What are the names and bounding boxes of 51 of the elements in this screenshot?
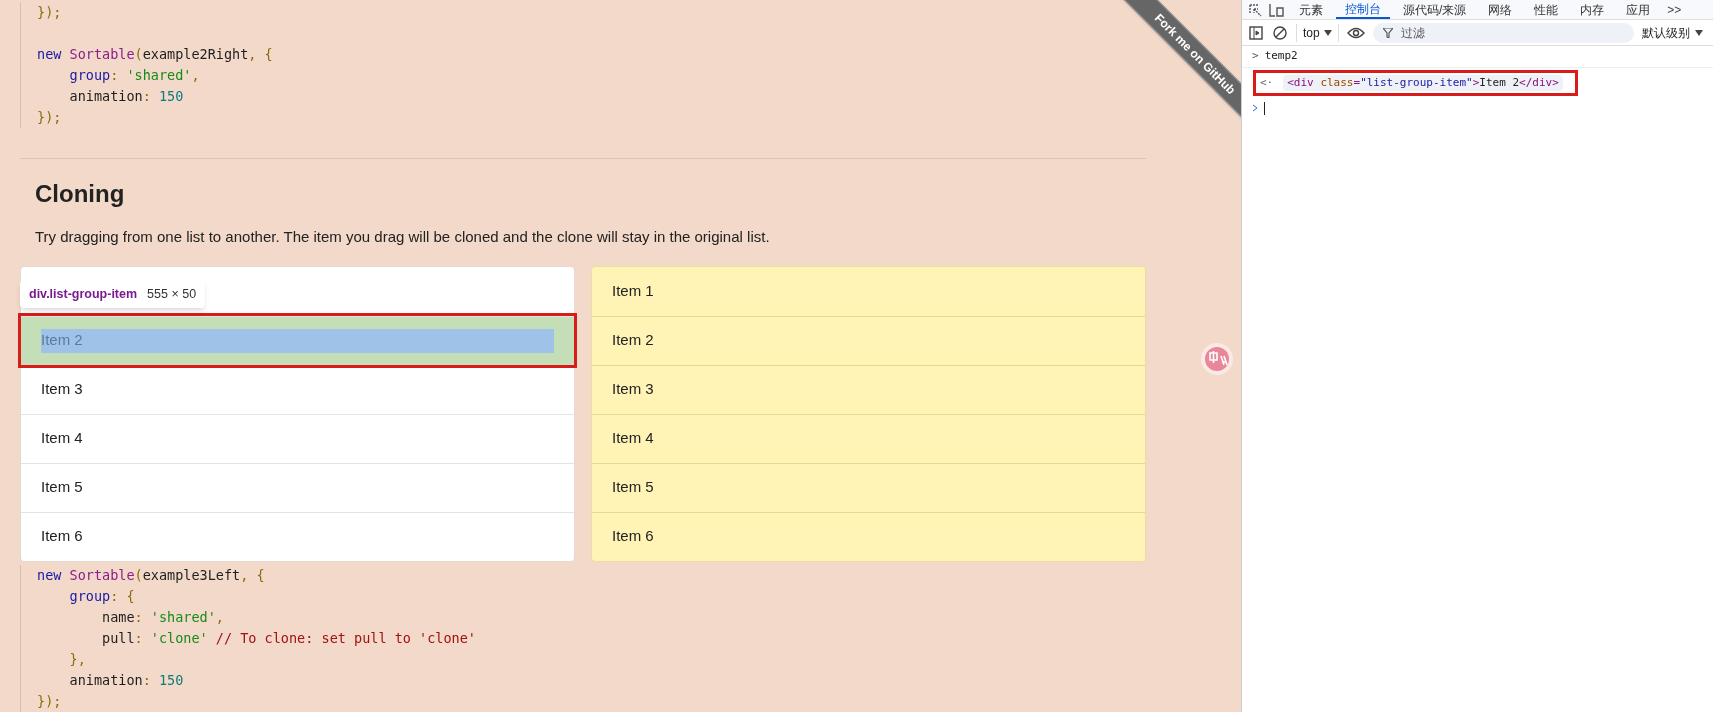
filter-field[interactable]: 过滤 xyxy=(1372,22,1634,43)
code-line: group: 'shared', xyxy=(68,66,200,85)
console-command-text: temp2 xyxy=(1264,48,1298,65)
devtools-tab[interactable]: 内存 xyxy=(1571,0,1614,19)
caret-icon xyxy=(1323,29,1332,36)
section-description: Try dragging from one list to another. The item you drag will be cloned and the clone will stay in the original list. xyxy=(35,227,771,247)
console-output: <div class="list-group-item">Item 2</div> xyxy=(1283,74,1563,92)
inspect-icon[interactable] xyxy=(1248,2,1264,17)
code-line: pull: 'clone' // To clone: set pull to 'clone' xyxy=(101,628,476,648)
sidebar-icon[interactable] xyxy=(1248,24,1264,41)
code-line: }, xyxy=(68,649,86,669)
code-line: }); xyxy=(37,691,62,711)
devtools-tab[interactable]: 源代码/来源 xyxy=(1394,0,1476,19)
code-line: new Sortable(example3Left, { xyxy=(37,565,265,585)
list-item[interactable]: Item 4 xyxy=(592,413,1145,463)
list-item[interactable]: Item 6 xyxy=(21,511,574,561)
list-item[interactable]: Item 5 xyxy=(592,462,1145,512)
code-line: animation: 150 xyxy=(68,670,184,690)
code-line: animation: 150 xyxy=(68,87,184,106)
clear-icon[interactable] xyxy=(1272,24,1288,41)
devtools-tab[interactable]: 性能 xyxy=(1525,0,1568,19)
devtools-tab[interactable]: 应用 xyxy=(1617,0,1660,19)
list-item[interactable]: Item 6 xyxy=(592,511,1145,561)
output-marker: <· xyxy=(1260,74,1274,91)
translate-icon xyxy=(1200,342,1234,376)
code-line: name: 'shared', xyxy=(101,607,224,627)
list-item[interactable]: Item 2 xyxy=(592,315,1145,365)
log-level-dropdown[interactable]: 默认级别 xyxy=(1642,23,1707,42)
list-item[interactable]: Item 3 xyxy=(592,364,1145,414)
device-toolbar-icon[interactable] xyxy=(1268,2,1286,17)
caret-icon xyxy=(1695,29,1703,36)
devtools-tab[interactable]: 网络 xyxy=(1479,0,1522,19)
list-item[interactable]: Item 3 xyxy=(21,364,574,414)
code-line: }); xyxy=(37,108,62,127)
code-line: group: { xyxy=(68,586,135,606)
list-item[interactable]: Item 5 xyxy=(21,462,574,512)
section-heading: Cloning xyxy=(35,179,126,209)
context-dropdown[interactable]: top xyxy=(1296,23,1339,42)
list-item[interactable]: Item 4 xyxy=(21,413,574,463)
code-line: }); xyxy=(37,3,62,22)
devtools-tab[interactable]: 控制台 xyxy=(1336,0,1390,19)
list-item[interactable]: Item 1 xyxy=(592,266,1145,316)
input-marker: > xyxy=(1252,48,1259,65)
more-tabs-button[interactable]: >> xyxy=(1663,0,1686,19)
inspect-tooltip: div.list-group-item 555 × 50 xyxy=(20,280,206,308)
prompt-icon xyxy=(1252,104,1258,112)
code-line: new Sortable(example2Right, { xyxy=(37,45,273,64)
text-cursor xyxy=(1264,101,1265,115)
filter-icon xyxy=(1382,27,1393,38)
devtools-tab[interactable]: 元素 xyxy=(1290,0,1332,19)
eye-icon[interactable] xyxy=(1346,26,1365,39)
